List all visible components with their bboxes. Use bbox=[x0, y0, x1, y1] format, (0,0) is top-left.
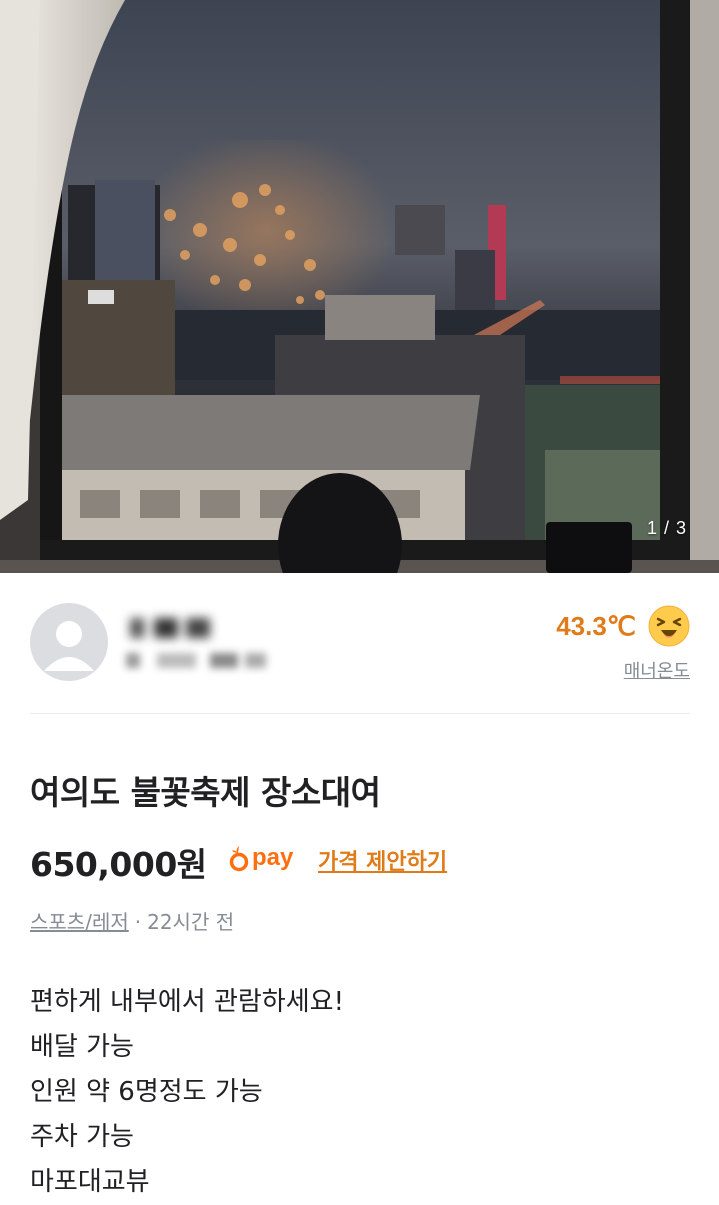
price-offer-link[interactable]: 가격 제안하기 bbox=[318, 844, 447, 876]
pay-badge: pay bbox=[229, 841, 293, 875]
manner-temperature-link[interactable]: 매너온도 bbox=[624, 657, 690, 683]
seller-profile[interactable]: ·· · ·· ·· ·· 43.3℃ 매너온도 bbox=[30, 597, 690, 714]
photo-image bbox=[0, 0, 719, 573]
user-silhouette-icon bbox=[44, 621, 94, 671]
manner-temperature-value: 43.3℃ bbox=[556, 611, 636, 641]
laughing-face-icon bbox=[648, 605, 690, 647]
description-line: 인원 약 6명정도 가능 bbox=[30, 1077, 263, 1107]
seller-name[interactable]: ·· · bbox=[130, 611, 210, 645]
listing-price: 650,000원 bbox=[30, 845, 207, 884]
seller-region: ·· ·· ·· bbox=[126, 647, 266, 675]
description-line: 주차 가능 bbox=[30, 1122, 134, 1152]
description-line: 마포대교뷰 bbox=[30, 1167, 150, 1197]
avatar[interactable] bbox=[30, 603, 108, 681]
pay-label: pay bbox=[252, 844, 294, 871]
photo-counter: 1 / 3 bbox=[646, 518, 687, 538]
meta-separator: · bbox=[134, 910, 142, 934]
listing-meta: 스포츠/레저 · 22시간 전 bbox=[30, 906, 234, 935]
description-line: 배달 가능 bbox=[30, 1032, 134, 1062]
listing-title: 여의도 불꽃축제 장소대여 bbox=[30, 773, 381, 812]
description-line: 편하게 내부에서 관람하세요! bbox=[30, 987, 344, 1017]
listing-description: 편하게 내부에서 관람하세요! 배달 가능 인원 약 6명정도 가능 주차 가능… bbox=[30, 980, 344, 1205]
category-link[interactable]: 스포츠/레저 bbox=[30, 906, 129, 935]
carrot-pay-icon bbox=[229, 846, 249, 872]
posted-time: 22시간 전 bbox=[147, 910, 235, 934]
product-photo[interactable]: 1 / 3 bbox=[0, 0, 719, 573]
